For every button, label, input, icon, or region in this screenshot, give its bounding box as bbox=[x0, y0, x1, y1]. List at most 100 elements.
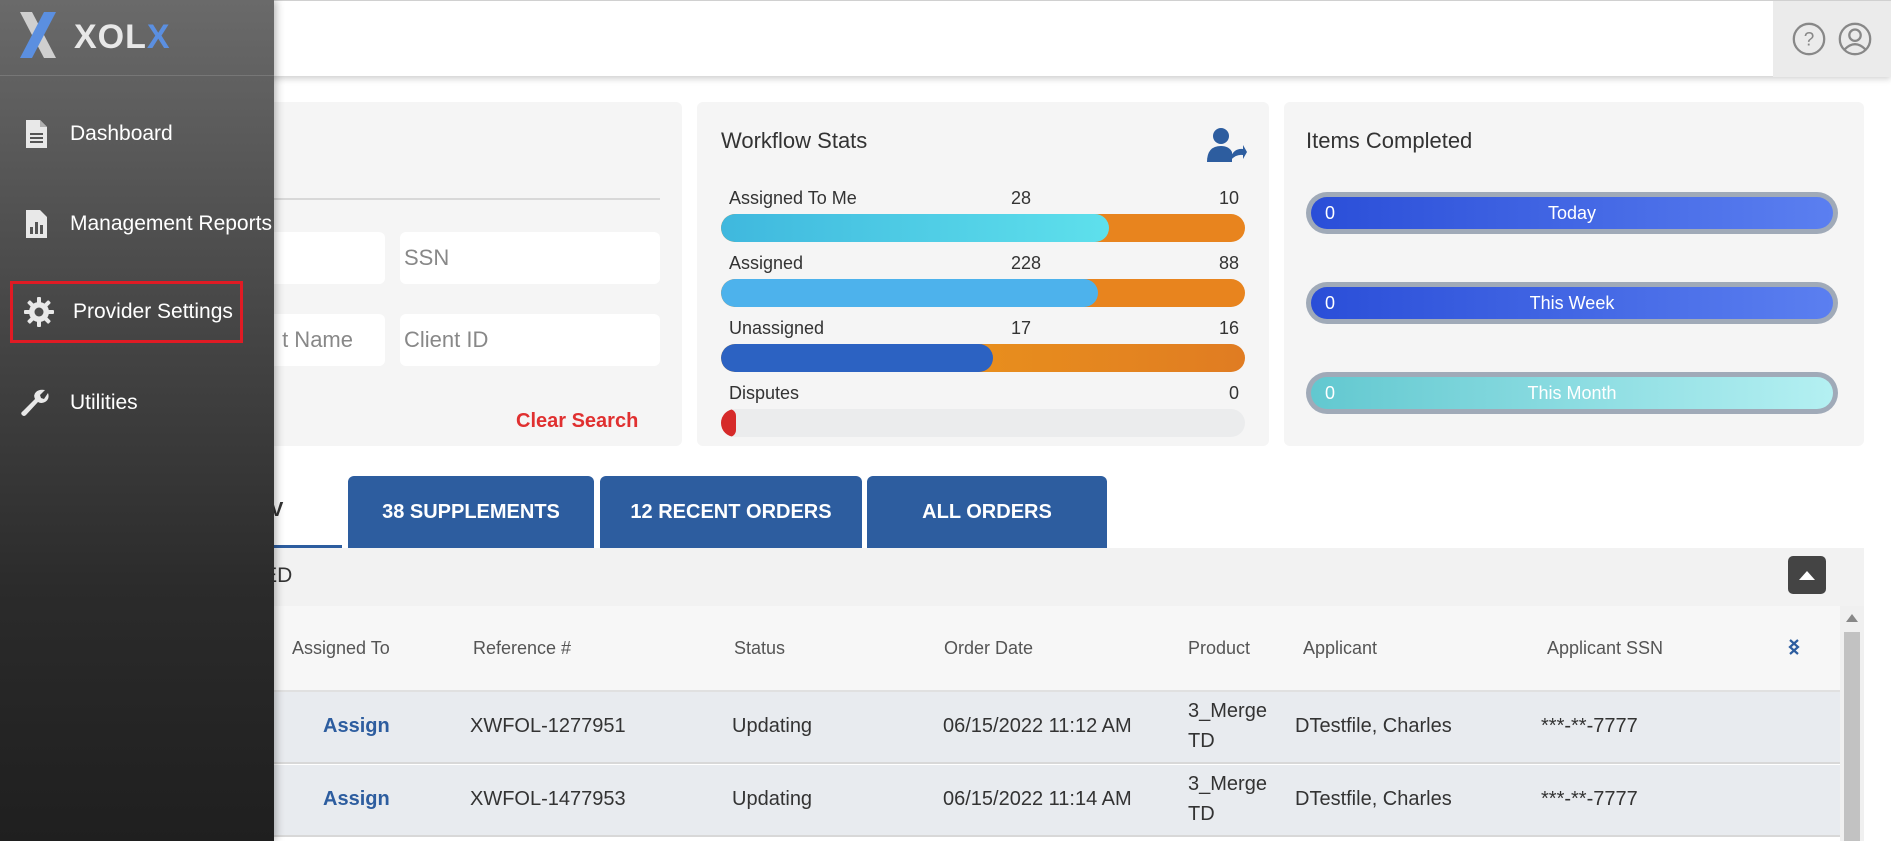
product-cell-line2: TD bbox=[1188, 803, 1215, 825]
sidebar-item-management-reports[interactable]: Management Reports bbox=[0, 193, 274, 255]
col-order-date[interactable]: Order Date bbox=[944, 638, 1033, 659]
user-account-icon[interactable] bbox=[1836, 20, 1874, 58]
sidebar-item-label: Dashboard bbox=[70, 122, 173, 145]
product-cell-line1: 3_Merge bbox=[1188, 700, 1267, 722]
column-options-icon[interactable] bbox=[1787, 638, 1801, 656]
completed-this-week-pill[interactable]: 0 This Week bbox=[1306, 282, 1838, 324]
completed-period-label: Today bbox=[1547, 202, 1597, 223]
workflow-row-label: Disputes bbox=[729, 383, 800, 403]
assign-link[interactable]: Assign bbox=[323, 715, 390, 738]
collapse-button[interactable] bbox=[1788, 556, 1826, 594]
workflow-bar-fill bbox=[721, 279, 1099, 307]
sidebar: XOLX Dashboard Management Reports Provid… bbox=[0, 0, 274, 841]
search-card: SSN t Name Client ID Clear Search bbox=[230, 102, 682, 446]
sidebar-item-label: Management Reports bbox=[70, 212, 272, 235]
completed-count: 0 bbox=[1325, 292, 1336, 313]
applicant-cell: DTestfile, Charles bbox=[1295, 715, 1452, 737]
col-assigned-to[interactable]: Assigned To bbox=[292, 638, 390, 659]
workflow-row-assigned: Assigned 228 88 bbox=[721, 253, 1245, 307]
report-chart-icon bbox=[26, 210, 47, 238]
workflow-progress-bar bbox=[721, 279, 1245, 307]
tab-label: 12 RECENT ORDERS bbox=[630, 500, 832, 523]
logo-text-prefix: XOL bbox=[74, 18, 147, 56]
product-cell-line2: TD bbox=[1188, 730, 1215, 752]
reference-cell: XWFOL-1477953 bbox=[470, 788, 626, 810]
tab-label: 38 SUPPLEMENTS bbox=[382, 500, 560, 523]
workflow-row-value-primary: 17 bbox=[1011, 318, 1032, 338]
workflow-row-value-secondary: 16 bbox=[1218, 318, 1239, 338]
workflow-bar-fill bbox=[721, 214, 1109, 242]
workflow-stats-title: Workflow Stats bbox=[721, 128, 868, 153]
help-icon[interactable]: ? bbox=[1790, 20, 1828, 58]
workflow-row-unassigned: Unassigned 17 16 bbox=[721, 318, 1245, 372]
client-id-field[interactable]: Client ID bbox=[400, 314, 660, 366]
client-id-placeholder: Client ID bbox=[404, 327, 489, 352]
orders-table-header: Assigned To Reference # Status Order Dat… bbox=[230, 606, 1840, 692]
sidebar-item-utilities[interactable]: Utilities bbox=[0, 372, 274, 434]
applicant-ssn-cell: ***-**-7777 bbox=[1541, 788, 1638, 810]
col-applicant[interactable]: Applicant bbox=[1303, 638, 1377, 659]
workflow-row-value-secondary: 0 bbox=[1228, 383, 1239, 403]
svg-text:?: ? bbox=[1804, 30, 1815, 51]
table-row[interactable]: Assign XWFOL-1477953 Updating 06/15/2022… bbox=[230, 765, 1840, 837]
caret-up-icon bbox=[1799, 571, 1815, 580]
col-status[interactable]: Status bbox=[734, 638, 785, 659]
ssn-placeholder: SSN bbox=[404, 245, 450, 270]
items-completed-title: Items Completed bbox=[1306, 128, 1473, 153]
ssn-field[interactable]: SSN bbox=[400, 232, 660, 284]
completed-count: 0 bbox=[1325, 202, 1336, 223]
scrollbar-thumb[interactable] bbox=[1844, 632, 1860, 841]
order-date-cell: 06/15/2022 11:14 AM bbox=[943, 788, 1132, 810]
workflow-bar-fill bbox=[721, 409, 736, 437]
last-name-placeholder: t Name bbox=[282, 327, 353, 352]
sidebar-item-dashboard[interactable]: Dashboard bbox=[0, 103, 274, 165]
workflow-progress-bar bbox=[721, 214, 1245, 242]
sidebar-item-label: Provider Settings bbox=[73, 300, 233, 323]
xolx-logo-icon bbox=[20, 12, 56, 58]
workflow-row-value-secondary: 88 bbox=[1218, 253, 1239, 273]
clear-search-link[interactable]: Clear Search bbox=[516, 410, 638, 433]
table-row[interactable]: Assign XWFOL-1277951 Updating 06/15/2022… bbox=[230, 692, 1840, 764]
workflow-row-disputes: Disputes 0 bbox=[721, 383, 1245, 437]
workflow-bar-fill bbox=[721, 344, 994, 372]
wrench-icon bbox=[21, 389, 49, 416]
assign-link[interactable]: Assign bbox=[323, 788, 390, 811]
completed-period-label: This Week bbox=[1529, 292, 1615, 313]
main-content: SSN t Name Client ID Clear Search Workfl… bbox=[0, 76, 1891, 841]
header-icons: ? bbox=[1773, 1, 1891, 77]
applicant-cell: DTestfile, Charles bbox=[1295, 788, 1452, 810]
col-reference[interactable]: Reference # bbox=[473, 638, 571, 659]
product-cell-line1: 3_Merge bbox=[1188, 773, 1267, 795]
workflow-row-value-primary: 228 bbox=[1011, 253, 1042, 273]
workflow-stats-card: Workflow Stats Assigned To Me 28 10 Assi… bbox=[697, 102, 1269, 446]
workflow-progress-bar bbox=[721, 344, 1245, 372]
col-product[interactable]: Product bbox=[1188, 638, 1250, 659]
document-icon bbox=[26, 120, 47, 148]
completed-this-month-pill[interactable]: 0 This Month bbox=[1306, 372, 1838, 414]
reference-cell: XWFOL-1277951 bbox=[470, 715, 626, 737]
section-header: NED bbox=[230, 548, 1864, 606]
completed-today-pill[interactable]: 0 Today bbox=[1306, 192, 1838, 234]
status-cell: Updating bbox=[732, 715, 813, 737]
workflow-row-label: Assigned To Me bbox=[729, 188, 857, 208]
workflow-row-label: Unassigned bbox=[729, 318, 825, 338]
workflow-progress-bar bbox=[721, 409, 1245, 437]
tab-recent-orders[interactable]: 12 RECENT ORDERS bbox=[600, 476, 862, 548]
top-header: ? bbox=[0, 0, 1891, 77]
scroll-up-arrow-icon[interactable] bbox=[1846, 614, 1858, 622]
tab-supplements[interactable]: 38 SUPPLEMENTS bbox=[348, 476, 594, 548]
user-share-icon[interactable] bbox=[1205, 124, 1247, 166]
completed-count: 0 bbox=[1325, 382, 1336, 403]
table-scrollbar[interactable] bbox=[1840, 606, 1864, 841]
order-date-cell: 06/15/2022 11:12 AM bbox=[943, 715, 1132, 737]
search-divider bbox=[230, 198, 660, 200]
logo-text-suffix: X bbox=[146, 18, 171, 56]
logo[interactable]: XOLX bbox=[0, 0, 274, 76]
workflow-row-assigned-to-me: Assigned To Me 28 10 bbox=[721, 188, 1245, 242]
applicant-ssn-cell: ***-**-7777 bbox=[1541, 715, 1638, 737]
logo-text: XOLX bbox=[74, 18, 171, 57]
workflow-row-value-primary: 28 bbox=[1011, 188, 1032, 208]
tab-all-orders[interactable]: ALL ORDERS bbox=[867, 476, 1107, 548]
col-applicant-ssn[interactable]: Applicant SSN bbox=[1547, 638, 1663, 659]
sidebar-item-provider-settings[interactable]: Provider Settings bbox=[10, 281, 243, 343]
